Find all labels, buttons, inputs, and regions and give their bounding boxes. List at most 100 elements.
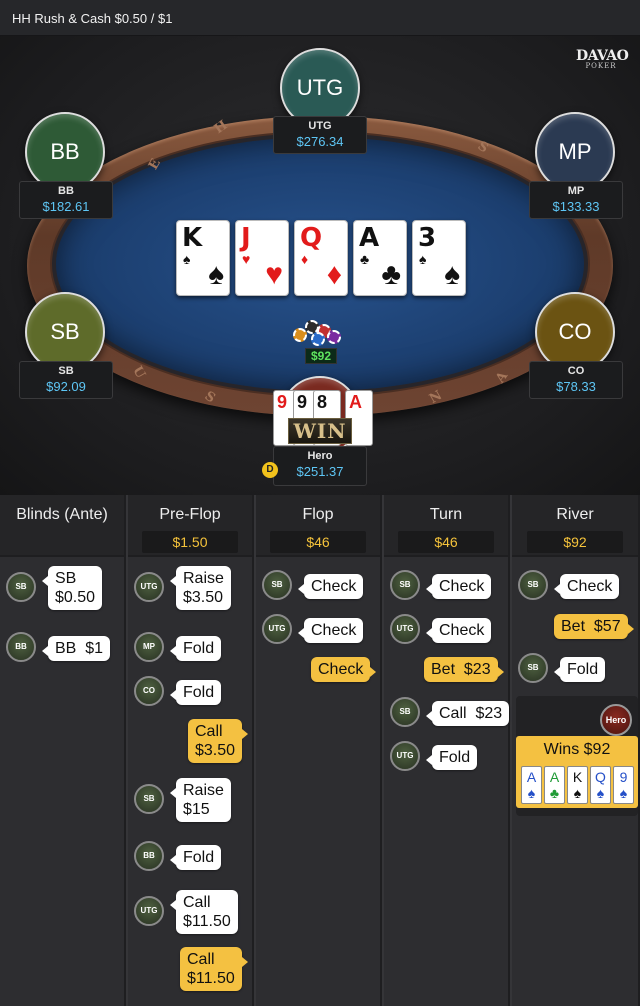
plate-bb: BB $182.61 <box>19 181 113 219</box>
player-name: CO <box>567 365 585 377</box>
action-bubble: Call $11.50 <box>170 890 238 934</box>
card-suit-icon: ♣ <box>381 258 401 291</box>
player-avatar-bb: BB <box>134 841 164 871</box>
action-bubble: SB $0.50 <box>41 566 103 610</box>
player-stack: $78.33 <box>556 379 596 394</box>
action-bubble: Fold <box>169 679 222 705</box>
card-rank: A <box>359 223 380 253</box>
card-rank: A <box>349 392 362 412</box>
player-avatar-sb: SB <box>134 784 164 814</box>
seat-label: SB <box>50 319 80 344</box>
result-text: Wins $92 <box>543 741 611 758</box>
column-header: River $92 <box>512 495 638 557</box>
column-title: Pre-Flop <box>159 506 221 523</box>
title-bar: HH Rush & Cash $0.50 / $1 <box>0 0 640 36</box>
result-box: Hero Wins $92 A ♠ A ♣ K ♠ Q ♠ 9 ♠ <box>516 696 638 816</box>
column-title: Turn <box>429 506 463 523</box>
seat-bb[interactable]: BB <box>25 112 105 192</box>
plate-hero: Hero $251.37 <box>273 446 367 486</box>
board-card: 3 ♠ ♠ <box>412 220 466 296</box>
action-bubble: Fold <box>169 635 222 661</box>
player-stack: $182.61 <box>42 199 90 214</box>
card-rank: 3 <box>418 223 437 253</box>
pot-amount: $92 <box>305 348 337 364</box>
column-title: River <box>556 506 594 523</box>
pot-chips-icon <box>291 316 343 348</box>
player-avatar-utg: UTG <box>134 572 164 602</box>
card-suit-icon: ♠ <box>419 251 427 267</box>
player-name: MP <box>567 185 585 197</box>
hero-avatar: Hero <box>600 704 632 736</box>
player-stack: $133.33 <box>552 199 600 214</box>
result-card: A ♣ <box>544 766 565 804</box>
action-bubble: Check <box>425 573 492 599</box>
player-avatar-sb: SB <box>390 697 420 727</box>
result-card: A ♠ <box>521 766 542 804</box>
seat-label: CO <box>558 319 592 344</box>
plate-sb: SB $92.09 <box>19 361 113 399</box>
action-bubble: Check <box>553 573 620 599</box>
action-bubble: Raise $3.50 <box>170 566 231 610</box>
player-name: BB <box>58 185 74 197</box>
board-card: J ♥ ♥ <box>235 220 289 296</box>
action-bubble: Fold <box>169 844 222 870</box>
seat-label: MP <box>558 139 592 164</box>
plate-co: CO $78.33 <box>529 361 623 399</box>
column-title: Flop <box>302 506 334 523</box>
player-avatar-utg: UTG <box>134 896 164 926</box>
plate-utg: UTG $276.34 <box>273 116 367 154</box>
player-name: SB <box>58 365 74 377</box>
card-suit-icon: ♠ <box>183 251 191 267</box>
hero-action-bubble: Call $3.50 <box>188 719 249 763</box>
column-header: Flop $46 <box>256 495 380 557</box>
action-bubble: Fold <box>553 656 606 682</box>
column-header: Pre-Flop $1.50 <box>128 495 252 557</box>
player-avatar-sb: SB <box>6 572 36 602</box>
player-avatar-co: CO <box>134 676 164 706</box>
column-header: Turn $46 <box>384 495 508 557</box>
card-rank: Q <box>300 223 323 253</box>
board-card: Q ♦ ♦ <box>294 220 348 296</box>
seat-mp[interactable]: MP <box>535 112 615 192</box>
player-name: UTG <box>308 120 332 132</box>
card-suit-icon: ♥ <box>242 251 251 267</box>
result-panel: Wins $92 A ♠ A ♣ K ♠ Q ♠ 9 ♠ <box>516 736 638 808</box>
result-card: 9 ♠ <box>613 766 634 804</box>
card-suit-icon: ♠ <box>444 258 460 291</box>
card-suit-icon: ♦ <box>326 258 342 291</box>
card-rank: 9 <box>277 392 288 412</box>
player-avatar-utg: UTG <box>390 614 420 644</box>
card-rank: K <box>182 223 203 253</box>
seat-sb[interactable]: SB <box>25 292 105 372</box>
player-avatar-sb: SB <box>518 653 548 683</box>
seat-co[interactable]: CO <box>535 292 615 372</box>
hero-action-bubble: Call $11.50 <box>180 947 248 991</box>
column-pot: $1.50 <box>142 531 238 553</box>
action-bubble: Fold <box>425 744 478 770</box>
player-stack: $276.34 <box>296 134 344 149</box>
column-pot: $46 <box>398 531 494 553</box>
hero-action-bubble: Bet $23 <box>424 656 504 682</box>
action-bubble: Check <box>425 617 492 643</box>
column-header: Blinds (Ante) <box>0 495 124 557</box>
player-stack: $92.09 <box>46 379 86 394</box>
column-pot: $92 <box>527 531 623 553</box>
card-suit-icon: ♦ <box>301 251 309 267</box>
card-rank: J <box>241 223 251 253</box>
plate-mp: MP $133.33 <box>529 181 623 219</box>
card-rank: 9 <box>297 392 308 412</box>
result-card: Q ♠ <box>590 766 611 804</box>
hand-title: HH Rush & Cash $0.50 / $1 <box>12 11 173 26</box>
result-card: K ♠ <box>567 766 588 804</box>
action-bubble: Check <box>297 617 364 643</box>
player-avatar-utg: UTG <box>390 741 420 771</box>
action-bubble: Raise $15 <box>170 778 231 822</box>
player-name: Hero <box>307 450 333 462</box>
action-bubble: BB $1 <box>41 635 111 661</box>
player-stack: $251.37 <box>296 464 344 479</box>
room-logo: DAVAO POKER <box>576 48 629 70</box>
player-avatar-sb: SB <box>390 570 420 600</box>
card-rank: 8 <box>317 392 328 412</box>
card-suit-icon: ♠ <box>208 258 224 291</box>
board-card: K ♠ ♠ <box>176 220 230 296</box>
